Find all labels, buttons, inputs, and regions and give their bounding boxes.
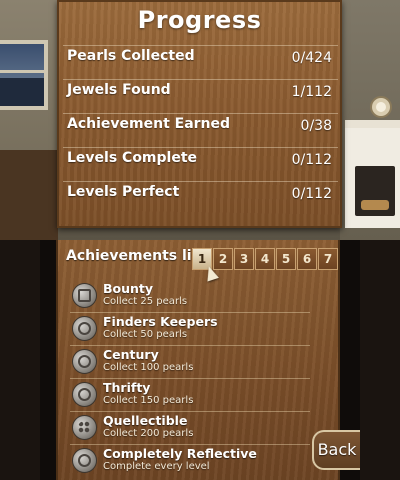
back-button[interactable]: Back (312, 430, 360, 470)
background-mantel (345, 120, 400, 128)
stat-row-jewels: Jewels Found 1/112 (63, 79, 338, 110)
list-item[interactable]: Completely Reflective Complete every lev… (70, 445, 310, 477)
achievement-name: Century (103, 347, 159, 362)
list-item[interactable]: Quellectible Collect 200 pearls (70, 412, 310, 445)
page-tab-7[interactable]: 7 (318, 248, 338, 270)
stat-value: 0/112 (291, 152, 332, 168)
achievement-desc: Collect 150 pearls (103, 395, 194, 406)
stat-label: Levels Complete (67, 150, 198, 166)
stat-value: 1/112 (291, 84, 332, 100)
stat-value: 0/424 (291, 50, 332, 66)
achievement-desc: Complete every level (103, 461, 210, 472)
page-tab-6[interactable]: 6 (297, 248, 317, 270)
achievements-list: Bounty Collect 25 pearls Finders Keepers… (70, 280, 310, 477)
list-item[interactable]: Century Collect 100 pearls (70, 346, 310, 379)
stat-label: Jewels Found (67, 82, 171, 98)
list-item[interactable]: Finders Keepers Collect 50 pearls (70, 313, 310, 346)
list-item[interactable]: Bounty Collect 25 pearls (70, 280, 310, 313)
stat-row-levels-complete: Levels Complete 0/112 (63, 147, 338, 178)
stat-value: 0/112 (291, 186, 332, 202)
progress-board: Progress Pearls Collected 0/424 Jewels F… (57, 0, 342, 228)
page-tab-3[interactable]: 3 (234, 248, 254, 270)
stat-value: 0/38 (300, 118, 332, 134)
achievement-desc: Collect 200 pearls (103, 428, 194, 439)
background-wainscot (0, 150, 58, 240)
bottom-screen: Achievements list 1 2 3 4 5 6 7 Bounty C… (40, 240, 360, 480)
achievement-name: Completely Reflective (103, 446, 257, 461)
achievements-list-header: Achievements list (66, 248, 207, 264)
page-tab-4[interactable]: 4 (255, 248, 275, 270)
achievement-desc: Collect 25 pearls (103, 296, 188, 307)
progress-title: Progress (137, 6, 262, 34)
pearl-cluster-icon (72, 415, 97, 440)
stat-row-levels-perfect: Levels Perfect 0/112 (63, 181, 338, 212)
achievement-name: Bounty (103, 281, 154, 296)
top-screen: Progress Pearls Collected 0/424 Jewels F… (0, 0, 400, 240)
stat-row-achievements: Achievement Earned 0/38 (63, 113, 338, 144)
stat-label: Pearls Collected (67, 48, 195, 64)
stat-label: Levels Perfect (67, 184, 180, 200)
mantel-clock-icon (370, 96, 392, 118)
magnifier-icon (72, 316, 97, 341)
bounty-icon (72, 283, 97, 308)
page-tab-5[interactable]: 5 (276, 248, 296, 270)
page-tab-2[interactable]: 2 (213, 248, 233, 270)
stat-row-pearls: Pearls Collected 0/424 (63, 45, 338, 76)
list-item[interactable]: Thrifty Collect 150 pearls (70, 379, 310, 412)
hand-icon (72, 382, 97, 407)
achievement-desc: Collect 50 pearls (103, 329, 188, 340)
achievement-name: Finders Keepers (103, 314, 218, 329)
achievement-desc: Collect 100 pearls (103, 362, 194, 373)
stat-label: Achievement Earned (67, 116, 231, 132)
achievement-name: Thrifty (103, 380, 151, 395)
pearl-icon (72, 349, 97, 374)
background-fireplace (345, 128, 400, 228)
mirror-icon (72, 448, 97, 473)
achievement-name: Quellectible (103, 413, 188, 428)
background-window (0, 40, 48, 110)
